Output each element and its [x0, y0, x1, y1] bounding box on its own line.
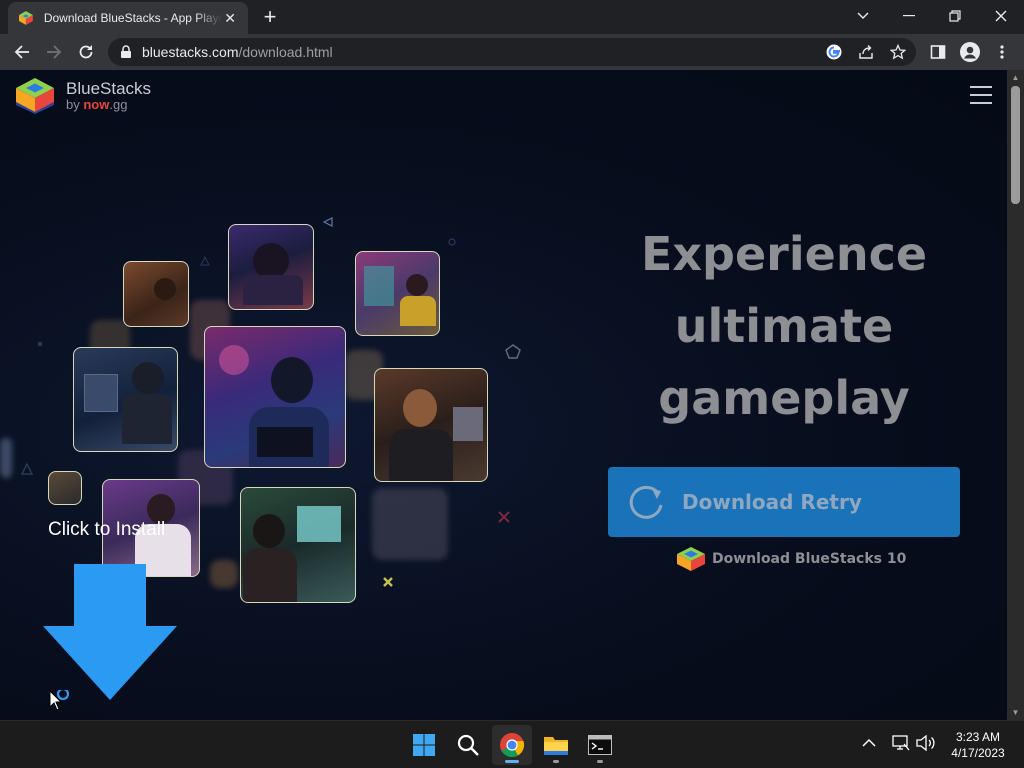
click-to-install-label: Click to Install [48, 519, 166, 540]
close-window-icon[interactable] [978, 0, 1024, 32]
gamer-photo [240, 487, 356, 603]
minimize-icon[interactable] [886, 0, 932, 32]
decor-pentagon-icon [505, 344, 521, 359]
scroll-thumb[interactable] [1011, 86, 1020, 204]
hero-title-line: Experience [640, 227, 928, 281]
bluestacks-10-icon [677, 547, 705, 571]
network-icon[interactable] [892, 735, 910, 751]
logo-name: BlueStacks [66, 78, 152, 98]
hamburger-menu-icon[interactable] [970, 86, 992, 104]
logo-sub: by now.gg [66, 98, 151, 111]
windows-taskbar: 3:23 AM 4/17/2023 [0, 720, 1024, 768]
gamer-photo [73, 347, 178, 452]
bluestacks-logo-icon [16, 78, 54, 114]
hero-title-line: gameplay [658, 371, 910, 425]
side-panel-icon[interactable] [926, 40, 950, 64]
logo-brand-rest: .gg [109, 96, 128, 112]
download-retry-button[interactable]: Download Retry [608, 467, 960, 537]
gamer-photo [228, 224, 314, 310]
lock-icon [121, 45, 131, 58]
decor-triangle-icon [200, 256, 210, 266]
gamer-photo [48, 471, 82, 505]
decor-cross-icon [498, 511, 510, 523]
down-arrow-icon[interactable] [42, 564, 178, 702]
bluestacks-favicon-icon [18, 11, 33, 25]
scroll-up-icon[interactable]: ▲ [1011, 73, 1020, 82]
share-icon[interactable] [854, 40, 878, 64]
clock-date: 4/17/2023 [951, 746, 1005, 760]
tab-close-icon[interactable]: ✕ [222, 10, 238, 27]
tab-search-chevron-icon[interactable] [840, 0, 886, 32]
volume-icon[interactable] [916, 735, 936, 751]
decor-cross-icon [383, 577, 393, 587]
logo-brand-bold: now [83, 96, 110, 112]
busy-cursor-icon [49, 690, 70, 711]
blurred-photo [0, 438, 12, 478]
hero-title: Experience ultimate gameplay [620, 218, 948, 434]
show-hidden-icons-chevron-icon[interactable] [862, 738, 876, 748]
windows-start-icon[interactable] [404, 725, 444, 765]
page-scrollbar[interactable]: ▲ ▼ [1007, 70, 1024, 720]
decor-dot [38, 342, 42, 346]
download-retry-label: Download Retry [682, 490, 862, 514]
decor-triangle-icon [20, 462, 34, 475]
decor-triangle-icon [322, 217, 333, 227]
kebab-menu-icon[interactable] [990, 40, 1014, 64]
chrome-taskbar-icon[interactable] [492, 725, 532, 765]
browser-toolbar: bluestacks.com/download.html [0, 34, 1024, 70]
gamer-photo [374, 368, 488, 482]
bluestacks-logo[interactable]: BlueStacks by now.gg [14, 76, 151, 114]
download-bluestacks-10-label: Download BlueStacks 10 [712, 551, 907, 567]
retry-icon [629, 485, 663, 519]
scroll-down-icon[interactable]: ▼ [1011, 708, 1020, 717]
reload-icon[interactable] [74, 40, 98, 64]
blurred-photo [210, 560, 238, 588]
forward-arrow-icon[interactable] [42, 40, 66, 64]
clock-time: 3:23 AM [955, 730, 1001, 744]
browser-tab[interactable]: Download BlueStacks - App Player ✕ [8, 2, 248, 34]
terminal-icon[interactable] [580, 725, 620, 765]
search-icon[interactable] [448, 725, 488, 765]
profile-avatar-icon[interactable] [958, 40, 982, 64]
tab-title: Download BlueStacks - App Player [43, 11, 223, 25]
google-icon[interactable] [822, 40, 846, 64]
blurred-photo [372, 488, 448, 560]
system-clock[interactable]: 3:23 AM 4/17/2023 [940, 729, 1016, 761]
new-tab-icon[interactable]: + [258, 6, 282, 30]
gamer-photo [204, 326, 346, 468]
bookmark-star-icon[interactable] [886, 40, 910, 64]
address-bar[interactable]: bluestacks.com/download.html [108, 38, 916, 66]
decor-circle-icon [448, 238, 456, 246]
url-path: /download.html [238, 44, 333, 60]
tab-bar: Download BlueStacks - App Player ✕ + [0, 0, 1024, 34]
hero-title-line: ultimate [674, 299, 894, 353]
file-explorer-icon[interactable] [536, 725, 576, 765]
download-bluestacks-10-link[interactable]: Download BlueStacks 10 [676, 546, 906, 572]
back-arrow-icon[interactable] [10, 40, 34, 64]
restore-icon[interactable] [932, 0, 978, 32]
page-viewport: BlueStacks by now.gg Experience ultimate… [0, 70, 1007, 720]
logo-by: by [66, 96, 80, 112]
gamer-photo [355, 251, 440, 336]
url-host: bluestacks.com [142, 44, 239, 60]
gamer-photo [123, 261, 189, 327]
